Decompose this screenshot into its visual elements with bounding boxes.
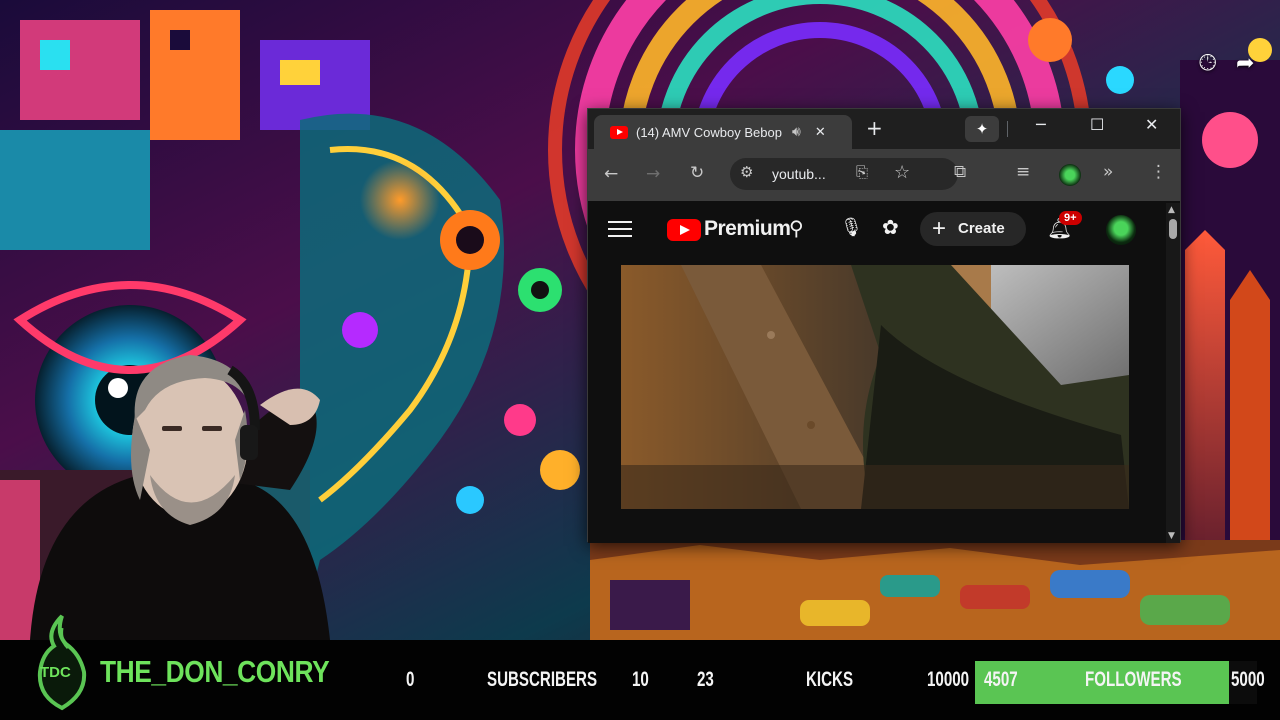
followers-goal: 5000 xyxy=(1231,668,1265,691)
tdc-logo-text: TDC xyxy=(40,664,71,681)
youtube-logo-icon[interactable] xyxy=(667,219,701,241)
youtube-header: Premium ⚲ 🎙︎ ✿ + Create 🔔︎ 9+ xyxy=(588,201,1180,257)
url-text: youtub... xyxy=(772,166,826,182)
page-scrollbar[interactable]: ▲ ▼ xyxy=(1166,203,1180,543)
youtube-account-avatar[interactable] xyxy=(1106,215,1136,245)
browser-toolbar: ← → ↻ ⚙︎ youtub... ⎘ ☆ ⧉ ≡ » ⋮ xyxy=(588,149,1180,201)
plus-icon: + xyxy=(932,215,947,242)
video-player[interactable] xyxy=(621,265,1129,509)
kicks-current: 23 xyxy=(697,668,714,691)
browser-window: (14) AMV Cowboy Bebop 🔊︎ ✕ + ✦ ─ ☐ ✕ ← →… xyxy=(587,108,1181,543)
profile-avatar-icon[interactable] xyxy=(1059,164,1081,186)
tab-title: (14) AMV Cowboy Bebop xyxy=(636,124,782,140)
youtube-premium-logo[interactable]: Premium xyxy=(704,217,791,241)
kicks-label: KICKS xyxy=(806,668,854,691)
close-tab-icon[interactable]: ✕ xyxy=(815,125,826,140)
kicks-goal: 10000 xyxy=(927,668,970,691)
youtube-favicon-icon xyxy=(610,125,628,139)
scrollbar-thumb[interactable] xyxy=(1169,219,1177,239)
reading-list-icon[interactable]: ≡ xyxy=(1016,164,1030,181)
subscribers-current: 0 xyxy=(406,668,415,691)
back-icon[interactable]: ← xyxy=(604,166,618,183)
scroll-down-icon[interactable]: ▼ xyxy=(1168,531,1175,541)
video-frame xyxy=(621,265,1129,509)
tab-strip: (14) AMV Cowboy Bebop 🔊︎ ✕ + ✦ ─ ☐ ✕ xyxy=(588,109,1180,149)
tdc-logo xyxy=(37,614,87,711)
create-label: Create xyxy=(958,220,1005,237)
address-bar[interactable]: ⚙︎ youtub... ⎘ ☆ xyxy=(730,158,958,190)
create-button[interactable]: + Create xyxy=(920,212,1026,246)
maximize-button[interactable]: ☐ xyxy=(1090,117,1104,133)
menu-icon[interactable] xyxy=(608,221,632,237)
tabstrip-divider xyxy=(1007,121,1008,137)
followers-label: FOLLOWERS xyxy=(1085,668,1182,691)
below-video-area xyxy=(588,509,1180,543)
install-app-icon[interactable]: ⎘ xyxy=(856,165,868,180)
channel-name: THE_DON_CONRY xyxy=(100,654,330,689)
subscribers-goal: 10 xyxy=(632,668,649,691)
site-settings-icon[interactable]: ⚙︎ xyxy=(740,165,753,180)
minimize-button[interactable]: ─ xyxy=(1036,117,1046,133)
search-icon[interactable]: ⚲ xyxy=(789,218,804,238)
forward-icon[interactable]: → xyxy=(646,166,660,183)
webcam-feed xyxy=(30,355,330,640)
browser-tab[interactable]: (14) AMV Cowboy Bebop 🔊︎ ✕ xyxy=(594,115,852,149)
notification-badge: 9+ xyxy=(1059,211,1082,225)
watch-later-icon[interactable]: 🕒︎ xyxy=(1199,53,1216,75)
subscribers-label: SUBSCRIBERS xyxy=(487,668,598,691)
close-window-button[interactable]: ✕ xyxy=(1145,117,1158,133)
followers-current: 4507 xyxy=(984,668,1018,691)
new-tab-button[interactable]: + xyxy=(866,118,883,138)
scroll-up-icon[interactable]: ▲ xyxy=(1168,205,1175,215)
extensions-icon[interactable]: ⧉ xyxy=(954,164,966,181)
more-tools-icon[interactable]: » xyxy=(1103,164,1113,181)
ai-assistant-icon[interactable]: ✿ xyxy=(882,217,899,237)
share-icon[interactable]: ➦ xyxy=(1236,53,1254,75)
reload-icon[interactable]: ↻ xyxy=(690,165,704,182)
bookmark-star-icon[interactable]: ☆ xyxy=(894,164,910,182)
speaker-icon[interactable]: 🔊︎ xyxy=(792,125,801,139)
browser-menu-icon[interactable]: ⋮ xyxy=(1150,164,1167,181)
gemini-icon[interactable]: ✦ xyxy=(965,116,999,142)
microphone-icon[interactable]: 🎙︎ xyxy=(840,219,863,237)
